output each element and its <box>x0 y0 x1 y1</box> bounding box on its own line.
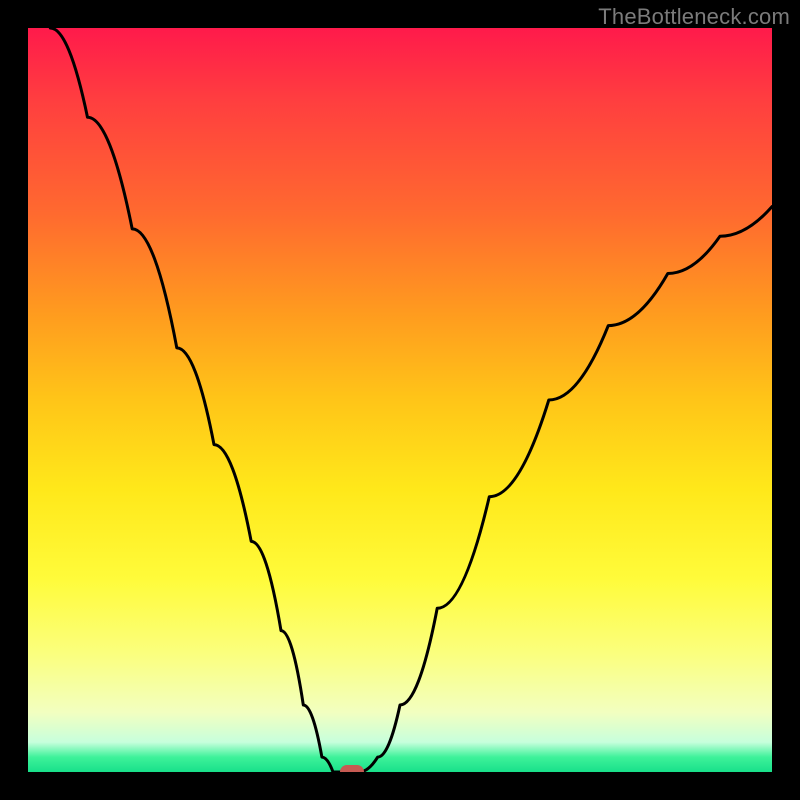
plot-area <box>28 28 772 772</box>
watermark-text: TheBottleneck.com <box>598 4 790 30</box>
minimum-marker <box>340 765 364 772</box>
chart-frame: TheBottleneck.com <box>0 0 800 800</box>
curve-layer <box>28 28 772 772</box>
bottleneck-curve <box>50 28 772 772</box>
